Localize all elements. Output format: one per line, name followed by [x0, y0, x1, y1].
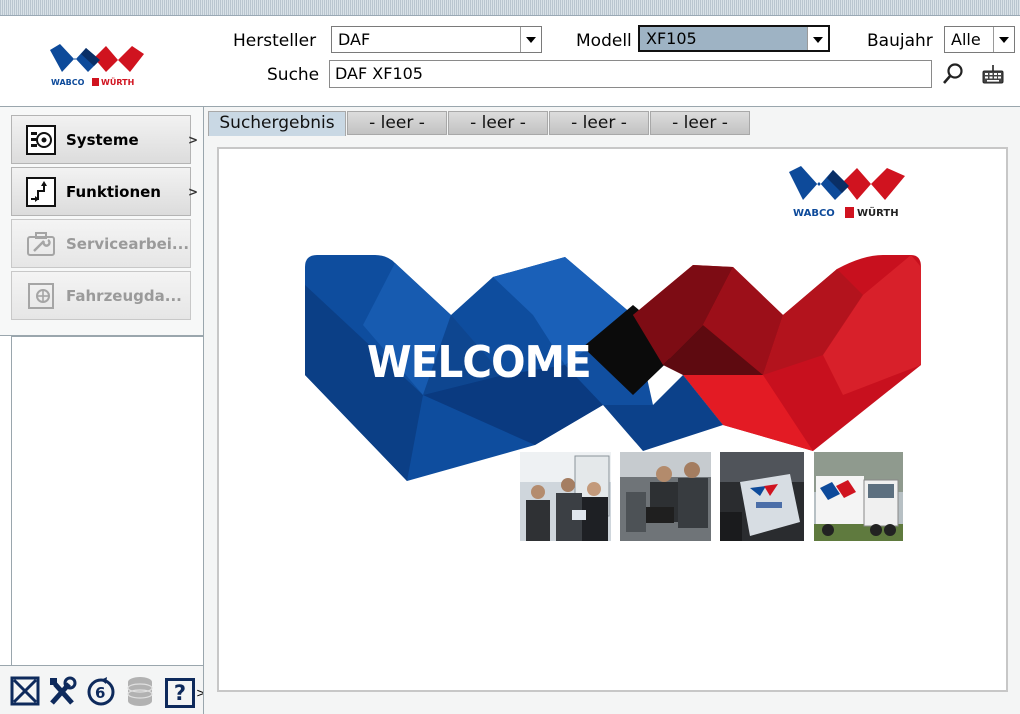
tools-icon[interactable] [47, 675, 77, 707]
welcome-logo-wuerth: WÜRTH [857, 205, 899, 219]
tab-empty-4[interactable]: - leer - [650, 111, 750, 135]
update-icon[interactable]: 6 [86, 675, 116, 707]
year-label: Baujahr [867, 31, 933, 51]
window-title-bar [0, 0, 1020, 16]
search-label: Suche [267, 65, 320, 85]
manufacturer-value: DAF [338, 30, 371, 49]
search-value: DAF XF105 [335, 64, 423, 83]
chevron-right-icon: > [187, 185, 198, 199]
vehicle-data-icon [28, 282, 54, 309]
welcome-logo-wabco: WABCO [793, 208, 835, 219]
model-value: XF105 [646, 29, 697, 48]
photo-technician-laptop [620, 452, 711, 541]
search-input[interactable]: DAF XF105 [329, 60, 932, 88]
search-icon[interactable] [941, 62, 965, 86]
functions-icon [26, 176, 56, 207]
model-label: Modell [576, 31, 632, 51]
photo-diagnostic-device [720, 452, 804, 541]
logo-text-wuerth: WÜRTH [101, 77, 134, 87]
photo-technicians-meeting [520, 452, 611, 541]
nav-button-service-work[interactable]: Servicearbei... [11, 219, 191, 268]
database-icon[interactable] [125, 675, 155, 707]
chevron-right-icon: > [187, 133, 198, 147]
systems-icon [26, 124, 56, 155]
nav-label-systems: Systeme [66, 130, 139, 149]
photo-truck [814, 452, 903, 541]
nav-button-systems[interactable]: Systeme > [11, 115, 198, 164]
navigation-tree-area [11, 336, 205, 666]
tab-empty-2[interactable]: - leer - [448, 111, 548, 135]
tab-empty-3[interactable]: - leer - [549, 111, 649, 135]
model-select[interactable]: XF105 [638, 25, 830, 52]
help-glyph: ? [173, 681, 187, 705]
tab-label: - leer - [672, 113, 728, 133]
close-box-icon[interactable] [10, 675, 40, 707]
svg-text:6: 6 [95, 684, 105, 702]
manufacturer-label: Hersteller [233, 31, 317, 51]
nav-label-vehicle-data: Fahrzeugda... [66, 286, 182, 305]
nav-label-functions: Funktionen [66, 182, 161, 201]
tab-label: - leer - [470, 113, 526, 133]
chevron-down-icon[interactable] [993, 27, 1014, 52]
logo-text-wabco: WABCO [51, 78, 85, 87]
help-icon[interactable]: ? [165, 678, 195, 708]
nav-button-functions[interactable]: Funktionen > [11, 167, 198, 216]
wabco-wuerth-logo: WABCO WÜRTH [50, 44, 144, 87]
nav-label-service-work: Servicearbei... [66, 234, 190, 253]
year-value: Alle [951, 30, 981, 49]
nav-button-vehicle-data[interactable]: Fahrzeugda... [11, 271, 191, 320]
chevron-down-icon[interactable] [807, 27, 828, 50]
keyboard-icon[interactable] [981, 63, 1005, 85]
chevron-down-icon[interactable] [520, 27, 541, 52]
welcome-logo: WABCO WÜRTH [789, 166, 905, 219]
manufacturer-select[interactable]: DAF [331, 26, 542, 53]
tab-empty-1[interactable]: - leer - [347, 111, 447, 135]
tab-label: Suchergebnis [219, 113, 335, 133]
toolbox-icon [27, 231, 55, 256]
year-select[interactable]: Alle [944, 26, 1015, 53]
tab-label: - leer - [571, 113, 627, 133]
tab-search-result[interactable]: Suchergebnis [208, 111, 346, 136]
tab-label: - leer - [369, 113, 425, 133]
welcome-text: WELCOME [367, 337, 592, 388]
